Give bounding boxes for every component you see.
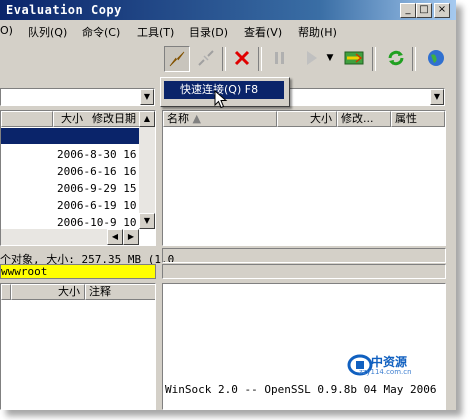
menu-directory[interactable]: 目录(D) <box>189 24 228 40</box>
toolbar-separator <box>412 47 416 71</box>
app-window: Evaluation Copy _ □ × O) 队列(Q) 命令(C) 工具(… <box>0 0 456 410</box>
scroll-down-icon[interactable]: ▼ <box>139 213 155 229</box>
selected-row[interactable] <box>1 128 139 144</box>
local-path-text: wwwroot <box>1 265 48 278</box>
menu-view[interactable]: 查看(V) <box>244 24 282 40</box>
window-title: Evaluation Copy <box>6 3 122 17</box>
remote-path-bar <box>162 264 446 279</box>
local-path-bar: wwwroot <box>0 264 156 279</box>
title-bar: Evaluation Copy _ □ × <box>0 0 456 20</box>
watermark-logo: 中资源 zzy114.com.cn <box>347 353 419 377</box>
scroll-left-icon[interactable]: ◀ <box>107 229 123 245</box>
connect-icon[interactable] <box>164 46 190 72</box>
table-row[interactable]: 2006-6-16 16:0 <box>57 163 150 181</box>
column-header-size-date[interactable]: 大小 修改日期 <box>53 111 141 127</box>
column-size: 大小 <box>61 112 83 125</box>
menu-bar: O) 队列(Q) 命令(C) 工具(T) 目录(D) 查看(V) 帮助(H) <box>0 21 456 39</box>
globe-icon[interactable] <box>424 46 448 70</box>
menu-tools[interactable]: 工具(T) <box>137 24 174 40</box>
menu-help[interactable]: 帮助(H) <box>298 24 337 40</box>
horizontal-scrollbar[interactable]: ◀ ▶ <box>1 229 139 245</box>
column-header-blank[interactable] <box>1 284 11 300</box>
local-file-list: 大小 修改日期 2006-8-30 16:4 2006-6-16 16:0 20… <box>0 110 156 246</box>
local-path-combo[interactable]: ▼ <box>0 88 155 106</box>
log-panel: WinSock 2.0 -- OpenSSL 0.9.8b 04 May 200… <box>162 283 446 410</box>
play-icon[interactable] <box>300 46 324 70</box>
logo-url: zzy114.com.cn <box>359 368 412 376</box>
refresh-icon[interactable] <box>384 46 408 70</box>
table-row[interactable]: 2006-8-30 16:4 <box>57 146 150 164</box>
remote-status-bar <box>162 248 446 263</box>
pause-icon[interactable] <box>268 46 292 70</box>
delete-icon[interactable] <box>230 46 254 70</box>
column-header-attributes[interactable]: 属性 <box>391 111 445 127</box>
mouse-cursor-icon <box>214 90 228 109</box>
toolbar-separator <box>258 47 262 71</box>
play-dropdown-icon[interactable]: ▼ <box>324 46 336 70</box>
column-header-modified[interactable]: 修改... <box>337 111 391 127</box>
chevron-down-icon[interactable]: ▼ <box>140 89 154 105</box>
table-row[interactable]: 2006-6-19 10:1 <box>57 197 150 215</box>
column-header-name[interactable]: 名称 ▲ <box>163 111 277 127</box>
menu-command[interactable]: 命令(C) <box>82 24 120 40</box>
minimize-button[interactable]: _ <box>400 3 416 18</box>
remote-file-list: 名称 ▲ 大小 修改... 属性 <box>162 110 446 246</box>
queue-list: 大小 注释 <box>0 283 156 410</box>
toolbar-separator <box>222 47 226 71</box>
log-line: WinSock 2.0 -- OpenSSL 0.9.8b 04 May 200… <box>165 383 437 396</box>
scroll-up-icon[interactable]: ▲ <box>139 111 155 127</box>
chevron-down-icon[interactable]: ▼ <box>430 89 444 105</box>
column-header-size[interactable]: 大小 <box>11 284 85 300</box>
vertical-scrollbar[interactable]: ▲ ▼ <box>139 111 155 229</box>
column-header-size[interactable]: 大小 <box>277 111 337 127</box>
maximize-button[interactable]: □ <box>416 3 432 18</box>
toolbar-separator <box>372 47 376 71</box>
table-row[interactable]: 2006-9-29 15:2 <box>57 180 150 198</box>
transfer-icon[interactable] <box>342 46 366 70</box>
disconnect-icon[interactable] <box>194 46 218 70</box>
menu-queue[interactable]: 队列(Q) <box>28 24 67 40</box>
column-header-comment[interactable]: 注释 <box>85 284 155 300</box>
column-modified: 修改日期 <box>92 112 136 125</box>
menu-options[interactable]: O) <box>0 24 13 37</box>
column-header-blank[interactable] <box>1 111 53 127</box>
toolbar: ▼ <box>160 41 456 77</box>
scroll-right-icon[interactable]: ▶ <box>123 229 139 245</box>
close-button[interactable]: × <box>434 3 450 18</box>
